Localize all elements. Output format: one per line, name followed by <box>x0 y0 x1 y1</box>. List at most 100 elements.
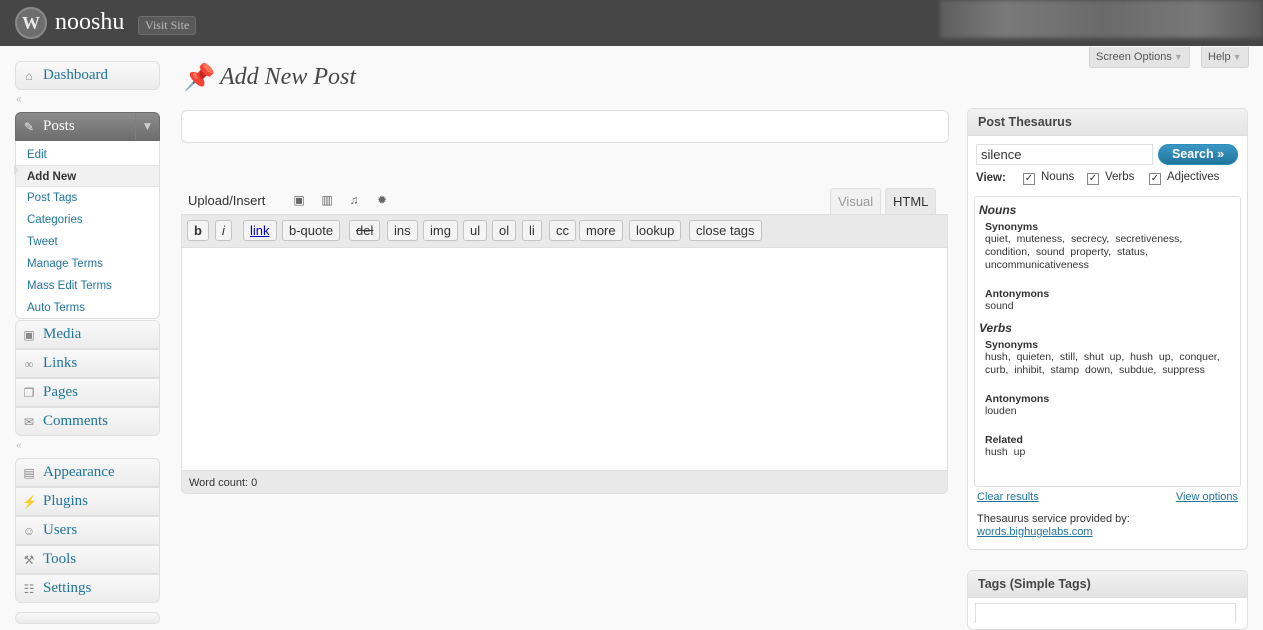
site-title[interactable]: nooshu <box>55 9 124 36</box>
qt-ol-button[interactable]: ol <box>492 220 517 241</box>
qt-ins-button[interactable]: ins <box>387 220 418 241</box>
quicktags-toolbar: b i link b-quote del ins img ul ol li cc… <box>182 215 947 247</box>
appearance-icon: ▤ <box>23 466 35 480</box>
help-button[interactable]: Help ▼ <box>1201 47 1249 68</box>
adjectives-checkbox[interactable]: ✓ <box>1149 173 1161 185</box>
submenu-edit[interactable]: Edit <box>16 144 159 166</box>
provider-link[interactable]: words.bighugelabs.com <box>977 526 1093 538</box>
nouns-synonyms: quiet, muteness, secrecy, secretiveness,… <box>985 233 1183 271</box>
qt-ul-button[interactable]: ul <box>463 220 488 241</box>
comments-icon: ✉ <box>23 415 35 429</box>
qt-del-button[interactable]: del <box>349 220 381 241</box>
menu-plugins-label: Plugins <box>43 493 89 509</box>
qt-lookup-button[interactable]: lookup <box>629 220 682 241</box>
help-label: Help <box>1208 51 1231 63</box>
add-media-icon[interactable]: ✹ <box>375 193 389 207</box>
menu-dashboard-label: Dashboard <box>43 67 108 83</box>
menu-tools[interactable]: ⚒ Tools <box>15 545 160 574</box>
admin-header: W nooshu Visit Site <box>0 0 1263 46</box>
menu-media[interactable]: ▣ Media <box>15 320 160 349</box>
submenu-auto-terms[interactable]: Auto Terms <box>16 297 159 319</box>
screen-options-label: Screen Options <box>1096 51 1172 63</box>
menu-appearance[interactable]: ▤ Appearance <box>15 458 160 487</box>
nouns-antonyms: sound <box>985 300 1014 312</box>
thesaurus-title[interactable]: Post Thesaurus <box>968 109 1247 136</box>
tags-box-title[interactable]: Tags (Simple Tags) <box>968 571 1247 598</box>
add-video-icon[interactable]: ▥ <box>320 193 334 207</box>
menu-pages[interactable]: ❐ Pages <box>15 378 160 407</box>
verbs-synonyms-label: Synonyms <box>985 339 1039 351</box>
posts-submenu: Edit Add New Post Tags Categories Tweet … <box>15 141 160 319</box>
tab-visual[interactable]: Visual <box>830 188 882 214</box>
upload-insert-label: Upload/Insert <box>188 193 266 208</box>
nouns-synonyms-label: Synonyms <box>985 221 1039 233</box>
pushpin-icon: ✎ <box>23 120 35 134</box>
editor-container: b i link b-quote del ins img ul ol li cc… <box>181 214 948 494</box>
verbs-antonyms-label: Antonymons <box>985 393 1050 405</box>
settings-icon: ☷ <box>23 582 35 596</box>
submenu-post-tags[interactable]: Post Tags <box>16 187 159 209</box>
menu-pages-label: Pages <box>43 384 78 400</box>
menu-links-label: Links <box>43 355 78 371</box>
qt-li-button[interactable]: li <box>522 220 542 241</box>
posts-toggle-icon[interactable]: ▼ <box>135 113 159 140</box>
verbs-checkbox[interactable]: ✓ <box>1087 173 1099 185</box>
verbs-antonyms: louden <box>985 405 1017 417</box>
visit-site-button[interactable]: Visit Site <box>138 16 197 35</box>
post-title-input[interactable] <box>181 110 949 143</box>
add-image-icon[interactable]: ▣ <box>292 193 306 207</box>
submenu-manage-terms[interactable]: Manage Terms <box>16 253 159 275</box>
menu-comments[interactable]: ✉ Comments <box>15 407 160 436</box>
submenu-categories[interactable]: Categories <box>16 209 159 231</box>
menu-tools-label: Tools <box>43 551 77 567</box>
qt-italic-button[interactable]: i <box>215 220 232 241</box>
menu-plugins[interactable]: ⚡ Plugins <box>15 487 160 516</box>
nouns-checkbox[interactable]: ✓ <box>1023 173 1035 185</box>
plugins-icon: ⚡ <box>22 495 37 509</box>
menu-posts[interactable]: ✎ Posts ▼ <box>15 112 160 141</box>
menu-settings[interactable]: ☷ Settings <box>15 574 160 603</box>
pages-icon: ❐ <box>23 386 35 400</box>
qt-img-button[interactable]: img <box>423 220 458 241</box>
collapse-separator-icon[interactable]: « <box>16 94 22 105</box>
wordpress-logo-icon: W <box>15 7 47 39</box>
menu-links[interactable]: ∞ Links <box>15 349 160 378</box>
qt-close-tags-button[interactable]: close tags <box>689 220 762 241</box>
view-options-link[interactable]: View options <box>1176 491 1238 503</box>
links-icon: ∞ <box>24 357 34 371</box>
collapse-separator-icon[interactable]: « <box>16 440 22 451</box>
menu-users-label: Users <box>43 522 78 538</box>
add-audio-icon[interactable]: ♫ <box>347 193 361 207</box>
word-count: Word count: 0 <box>189 477 258 489</box>
qt-bold-button[interactable]: b <box>187 220 209 241</box>
adjectives-label: Adjectives <box>1167 171 1220 183</box>
page-title: Add New Post <box>220 64 356 90</box>
user-info-blurred <box>940 0 1263 38</box>
post-content-textarea[interactable] <box>182 247 947 471</box>
qt-cc-button[interactable]: cc <box>549 220 576 241</box>
submenu-mass-edit-terms[interactable]: Mass Edit Terms <box>16 275 159 297</box>
menu-dashboard[interactable]: ⌂ Dashboard <box>15 61 160 90</box>
nouns-label: Nouns <box>1041 171 1075 183</box>
verbs-label: Verbs <box>1105 171 1135 183</box>
thesaurus-search-button[interactable]: Search » <box>1158 144 1238 165</box>
submenu-tweet[interactable]: Tweet <box>16 231 159 253</box>
menu-appearance-label: Appearance <box>43 464 115 480</box>
qt-blockquote-button[interactable]: b-quote <box>282 220 341 241</box>
tab-html[interactable]: HTML <box>885 188 937 214</box>
submenu-add-new[interactable]: Add New <box>16 165 159 187</box>
screen-options-button[interactable]: Screen Options ▼ <box>1089 47 1190 68</box>
thesaurus-search-input[interactable] <box>976 144 1153 165</box>
qt-more-button[interactable]: more <box>579 220 623 241</box>
qt-link-button[interactable]: link <box>243 220 277 241</box>
clear-results-link[interactable]: Clear results <box>977 491 1039 503</box>
menu-users[interactable]: ☺ Users <box>15 516 160 545</box>
thesaurus-box: Post Thesaurus Search » View: ✓ Nouns ✓ … <box>967 108 1248 550</box>
tags-input[interactable] <box>975 603 1236 623</box>
current-arrow-icon <box>14 165 19 175</box>
menu-comments-label: Comments <box>43 413 109 429</box>
thesaurus-results: Nouns Synonyms quiet, muteness, secrecy,… <box>974 196 1241 487</box>
